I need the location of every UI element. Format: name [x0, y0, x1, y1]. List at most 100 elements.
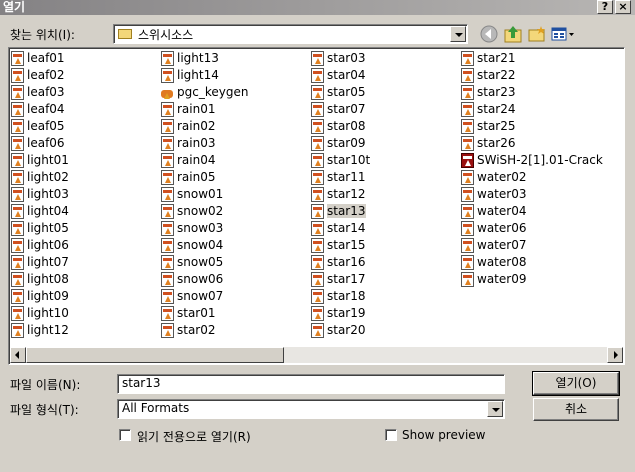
- list-item[interactable]: light06: [9, 237, 69, 254]
- filename-input[interactable]: star13: [117, 374, 505, 394]
- list-item[interactable]: star13: [309, 203, 370, 220]
- list-item[interactable]: star21: [459, 50, 603, 67]
- list-item[interactable]: light12: [9, 322, 69, 339]
- list-item[interactable]: star01: [159, 305, 248, 322]
- list-item[interactable]: star05: [309, 84, 370, 101]
- list-item[interactable]: water07: [459, 237, 603, 254]
- file-icon: [311, 119, 324, 134]
- file-icon: [161, 170, 174, 185]
- list-item[interactable]: light03: [9, 186, 69, 203]
- filetype-select[interactable]: All Formats: [117, 399, 505, 419]
- list-item[interactable]: water09: [459, 271, 603, 288]
- list-item[interactable]: snow07: [159, 288, 248, 305]
- list-item[interactable]: light01: [9, 152, 69, 169]
- help-button[interactable]: ?: [597, 0, 613, 14]
- list-item[interactable]: leaf06: [9, 135, 69, 152]
- list-item[interactable]: leaf03: [9, 84, 69, 101]
- list-item[interactable]: star03: [309, 50, 370, 67]
- list-item[interactable]: star25: [459, 118, 603, 135]
- list-item[interactable]: rain03: [159, 135, 248, 152]
- chevron-down-icon[interactable]: [487, 401, 503, 417]
- file-icon: [461, 255, 474, 270]
- cancel-button[interactable]: 취소: [533, 398, 619, 421]
- list-item[interactable]: star23: [459, 84, 603, 101]
- list-item[interactable]: snow04: [159, 237, 248, 254]
- list-item[interactable]: star04: [309, 67, 370, 84]
- new-folder-icon[interactable]: [526, 24, 548, 44]
- list-item[interactable]: star17: [309, 271, 370, 288]
- scroll-left-button[interactable]: [10, 347, 26, 363]
- list-item[interactable]: star07: [309, 101, 370, 118]
- file-name: snow06: [177, 272, 224, 286]
- list-item[interactable]: water03: [459, 186, 603, 203]
- file-name: water07: [477, 238, 527, 252]
- list-item[interactable]: snow01: [159, 186, 248, 203]
- file-name: star02: [177, 323, 216, 337]
- file-name: star08: [327, 119, 366, 133]
- list-item[interactable]: star19: [309, 305, 370, 322]
- list-item[interactable]: star24: [459, 101, 603, 118]
- list-item[interactable]: star26: [459, 135, 603, 152]
- list-item[interactable]: light08: [9, 271, 69, 288]
- list-item[interactable]: star09: [309, 135, 370, 152]
- list-item[interactable]: star15: [309, 237, 370, 254]
- list-item[interactable]: water04: [459, 203, 603, 220]
- close-button[interactable]: ×: [615, 0, 631, 14]
- up-folder-icon[interactable]: [502, 24, 524, 44]
- list-item[interactable]: leaf02: [9, 67, 69, 84]
- list-item[interactable]: snow03: [159, 220, 248, 237]
- list-item[interactable]: leaf01: [9, 50, 69, 67]
- list-item[interactable]: rain05: [159, 169, 248, 186]
- list-item[interactable]: star12: [309, 186, 370, 203]
- open-button[interactable]: 열기(O): [532, 371, 620, 396]
- list-item[interactable]: leaf04: [9, 101, 69, 118]
- list-item[interactable]: rain02: [159, 118, 248, 135]
- list-item[interactable]: star10t: [309, 152, 370, 169]
- list-item[interactable]: star02: [159, 322, 248, 339]
- list-item[interactable]: snow02: [159, 203, 248, 220]
- list-item[interactable]: rain04: [159, 152, 248, 169]
- file-icon: [161, 153, 174, 168]
- list-item[interactable]: water02: [459, 169, 603, 186]
- list-item[interactable]: snow05: [159, 254, 248, 271]
- file-icon: [461, 170, 474, 185]
- lookin-combo[interactable]: 스위시소스: [113, 24, 468, 44]
- horizontal-scrollbar[interactable]: [10, 347, 623, 363]
- list-item[interactable]: star22: [459, 67, 603, 84]
- list-item[interactable]: star08: [309, 118, 370, 135]
- scroll-right-button[interactable]: [607, 347, 623, 363]
- scroll-thumb[interactable]: [26, 347, 284, 363]
- list-item[interactable]: SWiSH-2[1].01-Crack: [459, 152, 603, 169]
- list-item[interactable]: rain01: [159, 101, 248, 118]
- file-name: star12: [327, 187, 366, 201]
- readonly-checkbox[interactable]: [119, 429, 131, 441]
- list-item[interactable]: light10: [9, 305, 69, 322]
- file-icon: [161, 136, 174, 151]
- view-menu-icon[interactable]: [550, 24, 576, 44]
- list-item[interactable]: water06: [459, 220, 603, 237]
- list-item[interactable]: light02: [9, 169, 69, 186]
- file-list[interactable]: leaf01 leaf02 leaf03 leaf04 leaf05 leaf06 ligh…: [8, 47, 625, 365]
- file-icon: [461, 153, 474, 168]
- list-item[interactable]: star11: [309, 169, 370, 186]
- list-item[interactable]: light13: [159, 50, 248, 67]
- list-item[interactable]: water08: [459, 254, 603, 271]
- list-item[interactable]: light07: [9, 254, 69, 271]
- list-item[interactable]: light04: [9, 203, 69, 220]
- list-item[interactable]: light05: [9, 220, 69, 237]
- list-item[interactable]: star20: [309, 322, 370, 339]
- list-item[interactable]: star14: [309, 220, 370, 237]
- list-item[interactable]: light14: [159, 67, 248, 84]
- file-icon: [161, 255, 174, 270]
- list-item[interactable]: star16: [309, 254, 370, 271]
- list-item[interactable]: pgc_keygen: [159, 84, 248, 101]
- file-name: leaf01: [27, 51, 65, 65]
- list-item[interactable]: snow06: [159, 271, 248, 288]
- list-item[interactable]: star18: [309, 288, 370, 305]
- back-icon[interactable]: [478, 24, 500, 44]
- list-item[interactable]: light09: [9, 288, 69, 305]
- preview-checkbox[interactable]: [385, 429, 397, 441]
- list-item[interactable]: leaf05: [9, 118, 69, 135]
- file-name: light10: [27, 306, 69, 320]
- chevron-down-icon[interactable]: [450, 26, 466, 42]
